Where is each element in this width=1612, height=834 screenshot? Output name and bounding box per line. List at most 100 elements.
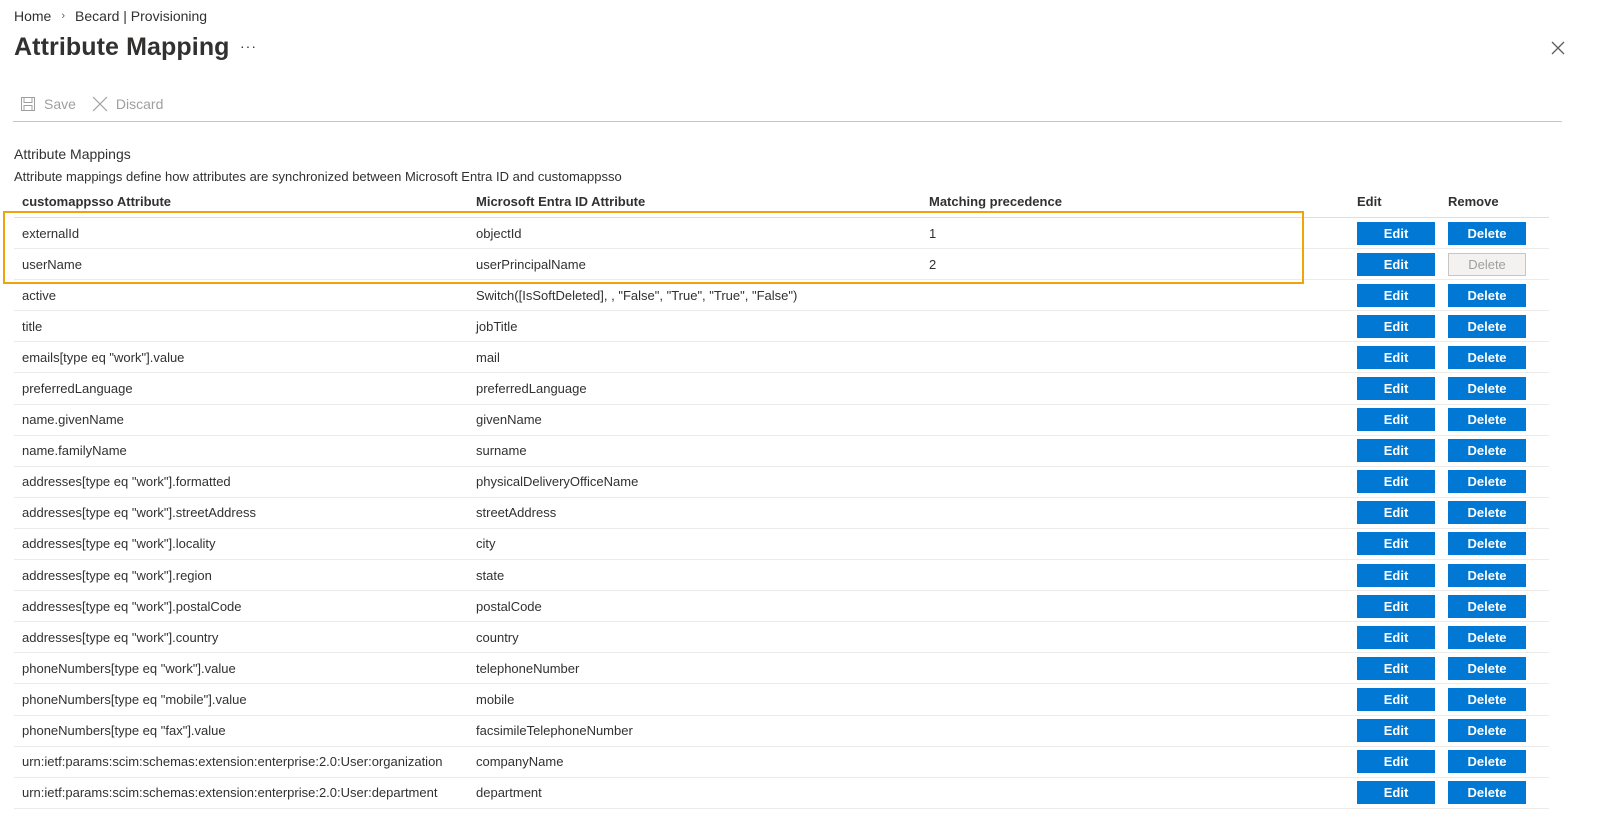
edit-button[interactable]: Edit xyxy=(1357,221,1435,245)
table-row: userName userPrincipalName 2 Edit Delete xyxy=(14,249,1549,281)
delete-button[interactable]: Delete xyxy=(1448,719,1526,743)
delete-button: Delete xyxy=(1448,252,1526,276)
delete-button[interactable]: Delete xyxy=(1448,501,1526,525)
source-attribute-cell: title xyxy=(22,318,43,334)
table-row: addresses[type eq "work"].region state Edi… xyxy=(14,560,1549,592)
breadcrumb: Home › Becard | Provisioning xyxy=(14,8,207,24)
precedence-cell: 1 xyxy=(929,225,937,241)
column-header-target: Microsoft Entra ID Attribute xyxy=(476,193,646,209)
edit-button[interactable]: Edit xyxy=(1357,563,1435,587)
remove-cell: Delete xyxy=(1444,314,1549,338)
delete-button[interactable]: Delete xyxy=(1448,750,1526,774)
table-row: title jobTitle Edit Delete xyxy=(14,311,1549,343)
edit-button[interactable]: Edit xyxy=(1357,532,1435,556)
table-row: name.givenName givenName Edit Delete xyxy=(14,405,1549,436)
remove-cell: Delete xyxy=(1444,283,1549,307)
edit-button[interactable]: Edit xyxy=(1357,470,1435,494)
source-attribute-cell: userName xyxy=(22,256,82,272)
target-attribute-cell: jobTitle xyxy=(476,318,518,334)
remove-cell: Delete xyxy=(1444,781,1549,805)
edit-cell: Edit xyxy=(1348,221,1444,245)
edit-button[interactable]: Edit xyxy=(1357,252,1435,276)
column-header-edit: Edit xyxy=(1357,193,1382,209)
delete-button[interactable]: Delete xyxy=(1448,221,1526,245)
target-attribute-cell: telephoneNumber xyxy=(476,660,580,676)
delete-button[interactable]: Delete xyxy=(1448,781,1526,805)
edit-button[interactable]: Edit xyxy=(1357,594,1435,618)
target-attribute-cell: city xyxy=(476,536,496,552)
edit-button[interactable]: Edit xyxy=(1357,345,1435,369)
table-row: active Switch([IsSoftDeleted], , "False",… xyxy=(14,280,1549,312)
table-row: addresses[type eq "work"].streetAddress s… xyxy=(14,498,1549,529)
table-row: addresses[type eq "work"].locality city Ed… xyxy=(14,529,1549,561)
more-options-icon[interactable]: ··· xyxy=(240,38,257,54)
delete-button[interactable]: Delete xyxy=(1448,345,1526,369)
source-attribute-cell: preferredLanguage xyxy=(22,381,133,397)
delete-button[interactable]: Delete xyxy=(1448,594,1526,618)
discard-icon xyxy=(92,96,108,112)
target-attribute-cell: companyName xyxy=(476,754,564,770)
delete-button[interactable]: Delete xyxy=(1448,283,1526,307)
target-attribute-cell: state xyxy=(476,567,505,583)
edit-button[interactable]: Edit xyxy=(1357,719,1435,743)
chevron-right-icon: › xyxy=(61,10,66,22)
target-attribute-cell: facsimileTelephoneNumber xyxy=(476,723,633,739)
table-row: phoneNumbers[type eq "work"].value teleph… xyxy=(14,653,1549,685)
remove-cell: Delete xyxy=(1444,252,1549,276)
edit-button[interactable]: Edit xyxy=(1357,687,1435,711)
edit-button[interactable]: Edit xyxy=(1357,656,1435,680)
source-attribute-cell: name.givenName xyxy=(22,412,124,428)
edit-button[interactable]: Edit xyxy=(1357,439,1435,463)
edit-button[interactable]: Edit xyxy=(1357,314,1435,338)
remove-cell: Delete xyxy=(1444,687,1549,711)
delete-button[interactable]: Delete xyxy=(1448,656,1526,680)
edit-button[interactable]: Edit xyxy=(1357,377,1435,401)
breadcrumb-provisioning[interactable]: Becard | Provisioning xyxy=(75,8,207,24)
remove-cell: Delete xyxy=(1444,345,1549,369)
edit-cell: Edit xyxy=(1348,314,1444,338)
delete-button[interactable]: Delete xyxy=(1448,314,1526,338)
delete-button[interactable]: Delete xyxy=(1448,470,1526,494)
delete-button[interactable]: Delete xyxy=(1448,532,1526,556)
remove-cell: Delete xyxy=(1444,377,1549,401)
edit-button[interactable]: Edit xyxy=(1357,781,1435,805)
breadcrumb-home[interactable]: Home xyxy=(14,8,51,24)
remove-cell: Delete xyxy=(1444,501,1549,525)
table-row: addresses[type eq "work"].country country… xyxy=(14,622,1549,654)
remove-cell: Delete xyxy=(1444,719,1549,743)
save-icon xyxy=(21,97,35,111)
delete-button[interactable]: Delete xyxy=(1448,563,1526,587)
toolbar-divider xyxy=(13,121,1562,122)
edit-cell: Edit xyxy=(1348,283,1444,307)
delete-button[interactable]: Delete xyxy=(1448,408,1526,432)
close-icon[interactable] xyxy=(1550,40,1566,56)
source-attribute-cell: emails[type eq "work"].value xyxy=(22,349,185,365)
target-attribute-cell: streetAddress xyxy=(476,505,557,521)
target-attribute-cell: physicalDeliveryOfficeName xyxy=(476,474,639,490)
delete-button[interactable]: Delete xyxy=(1448,439,1526,463)
edit-button[interactable]: Edit xyxy=(1357,625,1435,649)
edit-cell: Edit xyxy=(1348,345,1444,369)
edit-cell: Edit xyxy=(1348,594,1444,618)
column-header-source: customappsso Attribute xyxy=(22,193,172,209)
edit-button[interactable]: Edit xyxy=(1357,408,1435,432)
section-description: Attribute mappings define how attributes… xyxy=(14,169,622,184)
precedence-cell: 2 xyxy=(929,256,937,272)
remove-cell: Delete xyxy=(1444,563,1549,587)
save-label: Save xyxy=(44,96,76,112)
delete-button[interactable]: Delete xyxy=(1448,625,1526,649)
delete-button[interactable]: Delete xyxy=(1448,377,1526,401)
discard-button[interactable]: Discard xyxy=(92,96,163,112)
edit-button[interactable]: Edit xyxy=(1357,283,1435,307)
page-title: Attribute Mapping xyxy=(14,33,230,61)
source-attribute-cell: phoneNumbers[type eq "mobile"].value xyxy=(22,691,247,707)
edit-button[interactable]: Edit xyxy=(1357,750,1435,774)
source-attribute-cell: urn:ietf:params:scim:schemas:extension:e… xyxy=(22,785,438,801)
save-button[interactable]: Save xyxy=(20,96,76,112)
table-row: addresses[type eq "work"].postalCode post… xyxy=(14,591,1549,623)
delete-button[interactable]: Delete xyxy=(1448,687,1526,711)
edit-cell: Edit xyxy=(1348,439,1444,463)
remove-cell: Delete xyxy=(1444,221,1549,245)
edit-cell: Edit xyxy=(1348,408,1444,432)
edit-button[interactable]: Edit xyxy=(1357,501,1435,525)
